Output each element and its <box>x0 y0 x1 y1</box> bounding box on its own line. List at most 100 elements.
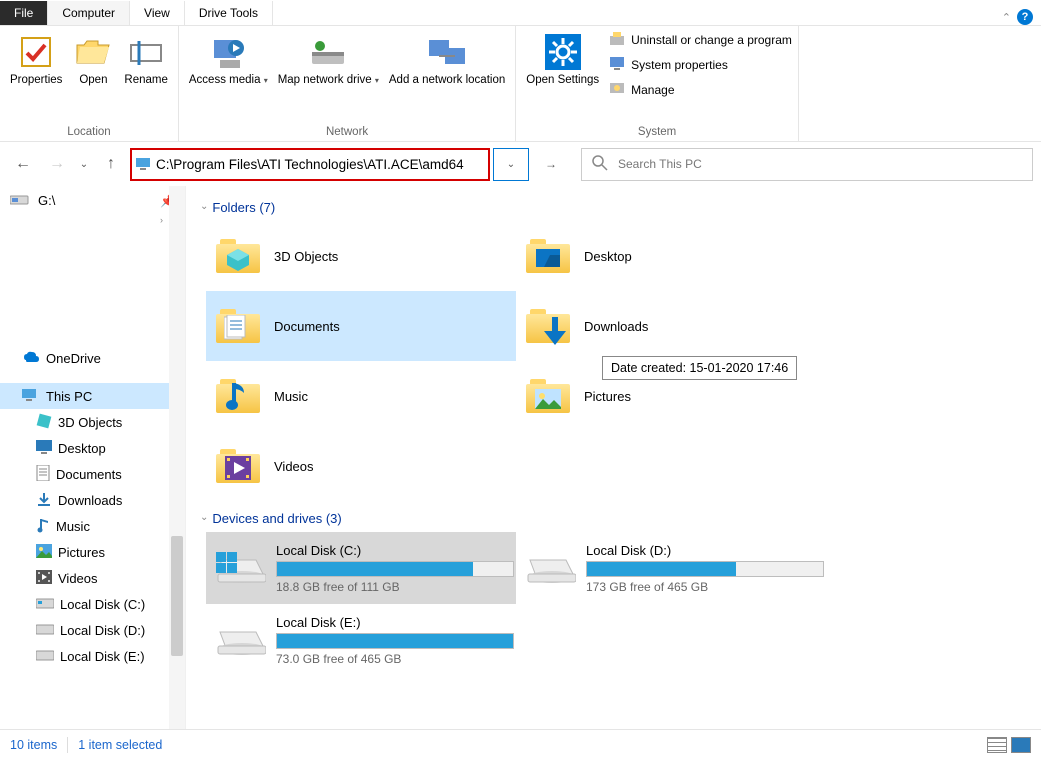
folder-label: 3D Objects <box>274 249 338 264</box>
ribbon-group-system: Open Settings Uninstall or change a prog… <box>516 26 799 141</box>
folder-icon <box>524 302 572 350</box>
address-go-button[interactable]: → <box>533 148 569 181</box>
network-drive-icon <box>308 32 348 72</box>
sidebar-item-label[interactable]: G:\ <box>38 193 55 208</box>
uninstall-icon <box>609 30 625 49</box>
folder-label: Desktop <box>584 249 632 264</box>
drive-label: Local Disk (D:) <box>586 543 824 558</box>
help-icon[interactable]: ? <box>1017 9 1033 25</box>
pc-icon <box>22 388 40 405</box>
folder-open-icon <box>74 32 112 72</box>
ribbon-tabs: File Computer View Drive Tools ⌃ ? <box>0 0 1041 26</box>
section-folders[interactable]: Folders (7) <box>186 194 1033 221</box>
sidebar-item-label: Desktop <box>58 441 106 456</box>
sidebar-icon <box>36 517 50 536</box>
sidebar-item[interactable]: Local Disk (C:) <box>0 591 185 617</box>
folder-tile[interactable]: Videos <box>206 431 516 501</box>
sidebar-item-label: Videos <box>58 571 98 586</box>
drive-icon <box>214 620 266 660</box>
drive-free-text: 73.0 GB free of 465 GB <box>276 652 514 666</box>
sidebar-item[interactable]: Music <box>0 513 185 539</box>
drive-label: Local Disk (E:) <box>276 615 514 630</box>
address-bar[interactable] <box>130 148 490 181</box>
sidebar-item[interactable]: Videos <box>0 565 185 591</box>
folder-icon <box>524 372 572 420</box>
system-properties-link[interactable]: System properties <box>609 55 792 74</box>
drive-tile[interactable]: Local Disk (D:)173 GB free of 465 GB <box>516 532 826 604</box>
access-media-button[interactable]: Access media ▾ <box>185 30 272 90</box>
checkmark-icon <box>19 32 53 72</box>
sidebar-item-label: Music <box>56 519 90 534</box>
nav-recent-dropdown[interactable]: ⌄ <box>76 149 92 179</box>
sidebar-item[interactable]: Local Disk (E:) <box>0 643 185 669</box>
open-button[interactable]: Open <box>68 30 118 90</box>
folder-tile[interactable]: Documents <box>206 291 516 361</box>
properties-button[interactable]: Properties <box>6 30 66 90</box>
section-drives[interactable]: Devices and drives (3) <box>186 505 1033 532</box>
view-details-button[interactable] <box>987 737 1007 753</box>
folder-tile[interactable]: Music <box>206 361 516 431</box>
folder-label: Pictures <box>584 389 631 404</box>
manage-link[interactable]: Manage <box>609 80 792 99</box>
drive-free-text: 18.8 GB free of 111 GB <box>276 580 514 594</box>
ribbon-group-location: Properties Open Rename Location <box>0 26 179 141</box>
sidebar-item[interactable]: Downloads <box>0 487 185 513</box>
ribbon: Properties Open Rename Location <box>0 26 1041 142</box>
folder-tile[interactable]: Desktop <box>516 221 826 291</box>
sidebar-icon <box>36 544 52 561</box>
address-history-dropdown[interactable]: ⌄ <box>493 148 529 181</box>
folder-label: Documents <box>274 319 340 334</box>
sidebar-item[interactable]: Documents <box>0 461 185 487</box>
open-settings-button[interactable]: Open Settings <box>522 30 603 99</box>
sidebar-item-label: Local Disk (D:) <box>60 623 145 638</box>
sidebar-icon <box>36 649 54 664</box>
pc-icon <box>136 155 154 174</box>
manage-icon <box>609 80 625 99</box>
collapse-ribbon-icon[interactable]: ⌃ <box>1002 11 1011 24</box>
folder-icon <box>214 302 262 350</box>
drive-icon <box>214 548 266 588</box>
sidebar-item-thispc[interactable]: This PC <box>0 383 185 409</box>
navigation-pane: G:\ 📌 › OneDrive This PC 3D ObjectsDeskt… <box>0 186 186 729</box>
uninstall-program-link[interactable]: Uninstall or change a program <box>609 30 792 49</box>
add-network-icon <box>427 32 467 72</box>
view-large-icons-button[interactable] <box>1011 737 1031 753</box>
status-selected-count: 1 item selected <box>78 738 162 752</box>
nav-up-button[interactable]: ↑ <box>96 149 126 179</box>
nav-forward-button[interactable]: → <box>42 149 72 179</box>
drive-usage-bar <box>586 561 824 577</box>
nav-back-button[interactable]: ← <box>8 149 38 179</box>
tab-file[interactable]: File <box>0 1 48 25</box>
add-network-location-button[interactable]: Add a network location <box>385 30 509 90</box>
tab-computer[interactable]: Computer <box>48 1 130 25</box>
tab-view[interactable]: View <box>130 1 185 25</box>
map-network-drive-button[interactable]: Map network drive ▾ <box>274 30 383 90</box>
sidebar-item[interactable]: Pictures <box>0 539 185 565</box>
tab-drive-tools[interactable]: Drive Tools <box>185 1 273 25</box>
sidebar-item-label: Local Disk (C:) <box>60 597 145 612</box>
folder-tile[interactable]: Downloads <box>516 291 826 361</box>
sidebar-item-label: This PC <box>46 389 92 404</box>
folder-label: Videos <box>274 459 314 474</box>
sidebar-icon <box>36 570 52 587</box>
address-input[interactable] <box>154 155 484 174</box>
rename-button[interactable]: Rename <box>120 30 171 90</box>
sidebar-item-onedrive[interactable]: OneDrive <box>0 345 185 371</box>
rename-icon <box>129 32 163 72</box>
drive-tile[interactable]: Local Disk (E:) 73.0 GB free of 465 GB <box>206 604 516 676</box>
monitor-icon <box>609 55 625 74</box>
media-server-icon <box>210 32 246 72</box>
status-item-count: 10 items <box>10 738 57 752</box>
drive-tile[interactable]: Local Disk (C:)18.8 GB free of 111 GB <box>206 532 516 604</box>
sidebar-item[interactable]: 3D Objects <box>0 409 185 435</box>
sidebar-item-label: Downloads <box>58 493 122 508</box>
sidebar-item[interactable]: Desktop <box>0 435 185 461</box>
sidebar-item-label: OneDrive <box>46 351 101 366</box>
sidebar-item-label: Pictures <box>58 545 105 560</box>
search-box[interactable]: Search This PC <box>581 148 1033 181</box>
settings-gear-icon <box>545 32 581 72</box>
sidebar-item[interactable]: Local Disk (D:) <box>0 617 185 643</box>
folder-tile[interactable]: 3D Objects <box>206 221 516 291</box>
tooltip: Date created: 15-01-2020 17:46 <box>602 356 797 380</box>
sidebar-scrollbar[interactable] <box>169 186 185 729</box>
